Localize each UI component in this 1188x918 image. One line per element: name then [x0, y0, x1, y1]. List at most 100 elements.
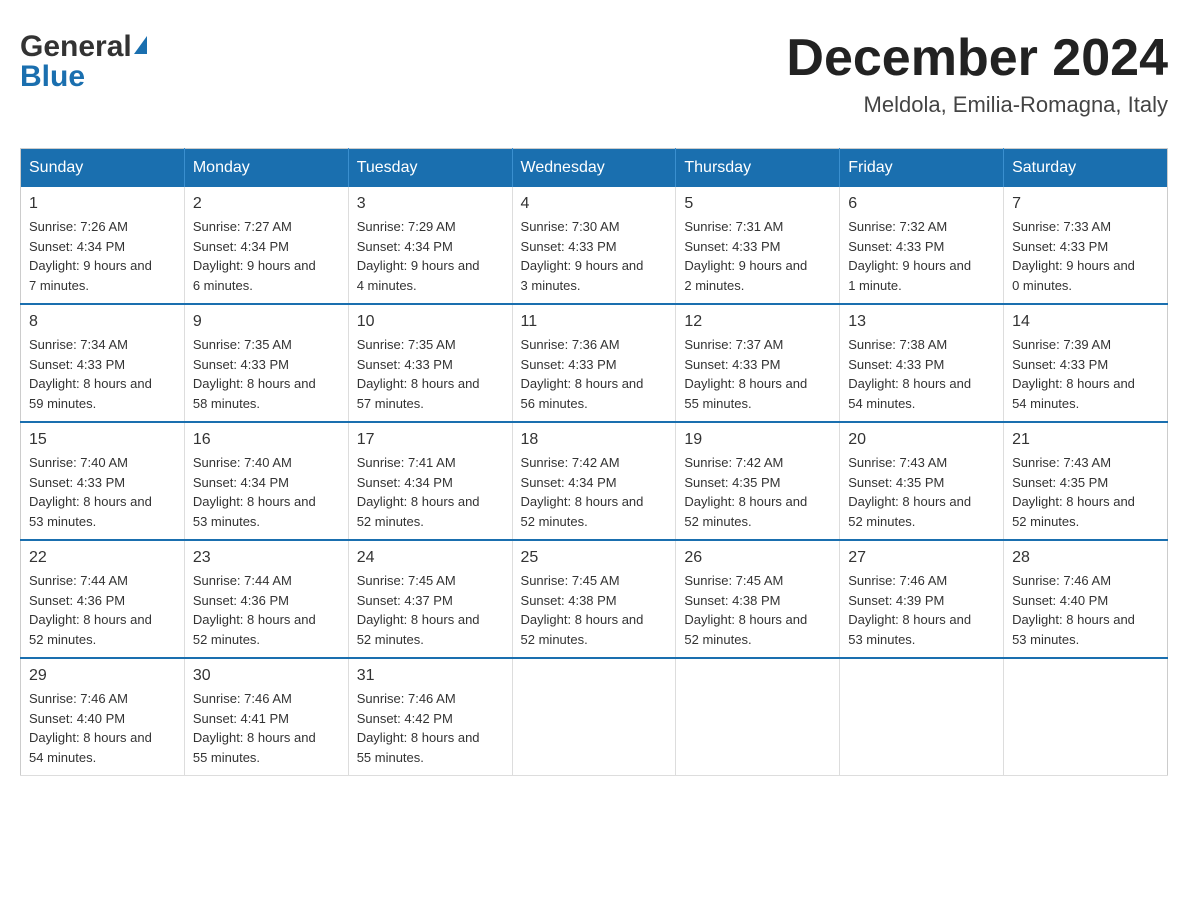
day-number: 23	[193, 549, 340, 567]
day-number: 4	[521, 195, 668, 213]
day-number: 29	[29, 667, 176, 685]
day-header-saturday: Saturday	[1004, 149, 1168, 188]
day-number: 27	[848, 549, 995, 567]
day-number: 21	[1012, 431, 1159, 449]
calendar-cell: 8 Sunrise: 7:34 AMSunset: 4:33 PMDayligh…	[21, 304, 185, 422]
day-info: Sunrise: 7:27 AMSunset: 4:34 PMDaylight:…	[193, 219, 316, 293]
day-number: 3	[357, 195, 504, 213]
calendar-cell: 31 Sunrise: 7:46 AMSunset: 4:42 PMDaylig…	[348, 658, 512, 776]
day-info: Sunrise: 7:30 AMSunset: 4:33 PMDaylight:…	[521, 219, 644, 293]
day-number: 13	[848, 313, 995, 331]
day-number: 2	[193, 195, 340, 213]
calendar-cell: 23 Sunrise: 7:44 AMSunset: 4:36 PMDaylig…	[184, 540, 348, 658]
calendar-cell: 29 Sunrise: 7:46 AMSunset: 4:40 PMDaylig…	[21, 658, 185, 776]
calendar-cell	[840, 658, 1004, 776]
calendar-cell: 3 Sunrise: 7:29 AMSunset: 4:34 PMDayligh…	[348, 187, 512, 304]
day-info: Sunrise: 7:31 AMSunset: 4:33 PMDaylight:…	[684, 219, 807, 293]
day-number: 11	[521, 313, 668, 331]
calendar-cell	[512, 658, 676, 776]
calendar-cell: 9 Sunrise: 7:35 AMSunset: 4:33 PMDayligh…	[184, 304, 348, 422]
day-number: 25	[521, 549, 668, 567]
day-number: 5	[684, 195, 831, 213]
day-info: Sunrise: 7:34 AMSunset: 4:33 PMDaylight:…	[29, 337, 152, 411]
day-info: Sunrise: 7:26 AMSunset: 4:34 PMDaylight:…	[29, 219, 152, 293]
day-number: 28	[1012, 549, 1159, 567]
day-info: Sunrise: 7:46 AMSunset: 4:40 PMDaylight:…	[1012, 573, 1135, 647]
day-info: Sunrise: 7:40 AMSunset: 4:34 PMDaylight:…	[193, 455, 316, 529]
calendar-cell: 14 Sunrise: 7:39 AMSunset: 4:33 PMDaylig…	[1004, 304, 1168, 422]
month-title: December 2024	[786, 30, 1168, 87]
day-info: Sunrise: 7:44 AMSunset: 4:36 PMDaylight:…	[29, 573, 152, 647]
day-number: 26	[684, 549, 831, 567]
day-number: 10	[357, 313, 504, 331]
day-number: 12	[684, 313, 831, 331]
calendar-cell: 6 Sunrise: 7:32 AMSunset: 4:33 PMDayligh…	[840, 187, 1004, 304]
day-header-friday: Friday	[840, 149, 1004, 188]
day-number: 16	[193, 431, 340, 449]
calendar-cell: 21 Sunrise: 7:43 AMSunset: 4:35 PMDaylig…	[1004, 422, 1168, 540]
calendar-cell: 27 Sunrise: 7:46 AMSunset: 4:39 PMDaylig…	[840, 540, 1004, 658]
week-row-2: 8 Sunrise: 7:34 AMSunset: 4:33 PMDayligh…	[21, 304, 1168, 422]
calendar-cell: 7 Sunrise: 7:33 AMSunset: 4:33 PMDayligh…	[1004, 187, 1168, 304]
logo: General Blue	[20, 30, 147, 94]
calendar-cell	[1004, 658, 1168, 776]
calendar-cell: 13 Sunrise: 7:38 AMSunset: 4:33 PMDaylig…	[840, 304, 1004, 422]
day-number: 8	[29, 313, 176, 331]
week-row-3: 15 Sunrise: 7:40 AMSunset: 4:33 PMDaylig…	[21, 422, 1168, 540]
calendar-cell: 12 Sunrise: 7:37 AMSunset: 4:33 PMDaylig…	[676, 304, 840, 422]
day-number: 14	[1012, 313, 1159, 331]
calendar-cell: 2 Sunrise: 7:27 AMSunset: 4:34 PMDayligh…	[184, 187, 348, 304]
calendar-cell: 30 Sunrise: 7:46 AMSunset: 4:41 PMDaylig…	[184, 658, 348, 776]
day-header-thursday: Thursday	[676, 149, 840, 188]
calendar-cell: 1 Sunrise: 7:26 AMSunset: 4:34 PMDayligh…	[21, 187, 185, 304]
title-area: December 2024 Meldola, Emilia-Romagna, I…	[786, 30, 1168, 118]
day-number: 19	[684, 431, 831, 449]
day-info: Sunrise: 7:45 AMSunset: 4:37 PMDaylight:…	[357, 573, 480, 647]
week-row-4: 22 Sunrise: 7:44 AMSunset: 4:36 PMDaylig…	[21, 540, 1168, 658]
week-row-5: 29 Sunrise: 7:46 AMSunset: 4:40 PMDaylig…	[21, 658, 1168, 776]
day-headers-row: SundayMondayTuesdayWednesdayThursdayFrid…	[21, 149, 1168, 188]
day-info: Sunrise: 7:46 AMSunset: 4:41 PMDaylight:…	[193, 691, 316, 765]
day-info: Sunrise: 7:45 AMSunset: 4:38 PMDaylight:…	[521, 573, 644, 647]
day-info: Sunrise: 7:42 AMSunset: 4:34 PMDaylight:…	[521, 455, 644, 529]
calendar-cell: 24 Sunrise: 7:45 AMSunset: 4:37 PMDaylig…	[348, 540, 512, 658]
day-info: Sunrise: 7:36 AMSunset: 4:33 PMDaylight:…	[521, 337, 644, 411]
day-header-wednesday: Wednesday	[512, 149, 676, 188]
logo-blue: Blue	[20, 60, 85, 93]
calendar-cell: 25 Sunrise: 7:45 AMSunset: 4:38 PMDaylig…	[512, 540, 676, 658]
calendar-cell: 26 Sunrise: 7:45 AMSunset: 4:38 PMDaylig…	[676, 540, 840, 658]
day-info: Sunrise: 7:40 AMSunset: 4:33 PMDaylight:…	[29, 455, 152, 529]
day-info: Sunrise: 7:33 AMSunset: 4:33 PMDaylight:…	[1012, 219, 1135, 293]
day-info: Sunrise: 7:32 AMSunset: 4:33 PMDaylight:…	[848, 219, 971, 293]
day-info: Sunrise: 7:42 AMSunset: 4:35 PMDaylight:…	[684, 455, 807, 529]
logo-triangle-icon	[134, 36, 147, 54]
calendar-cell: 5 Sunrise: 7:31 AMSunset: 4:33 PMDayligh…	[676, 187, 840, 304]
day-number: 31	[357, 667, 504, 685]
week-row-1: 1 Sunrise: 7:26 AMSunset: 4:34 PMDayligh…	[21, 187, 1168, 304]
calendar-cell: 15 Sunrise: 7:40 AMSunset: 4:33 PMDaylig…	[21, 422, 185, 540]
day-number: 18	[521, 431, 668, 449]
day-number: 30	[193, 667, 340, 685]
calendar-cell: 4 Sunrise: 7:30 AMSunset: 4:33 PMDayligh…	[512, 187, 676, 304]
calendar-cell: 17 Sunrise: 7:41 AMSunset: 4:34 PMDaylig…	[348, 422, 512, 540]
calendar-cell: 16 Sunrise: 7:40 AMSunset: 4:34 PMDaylig…	[184, 422, 348, 540]
day-info: Sunrise: 7:35 AMSunset: 4:33 PMDaylight:…	[193, 337, 316, 411]
day-info: Sunrise: 7:35 AMSunset: 4:33 PMDaylight:…	[357, 337, 480, 411]
day-info: Sunrise: 7:37 AMSunset: 4:33 PMDaylight:…	[684, 337, 807, 411]
calendar-cell: 19 Sunrise: 7:42 AMSunset: 4:35 PMDaylig…	[676, 422, 840, 540]
day-number: 7	[1012, 195, 1159, 213]
day-number: 6	[848, 195, 995, 213]
day-header-sunday: Sunday	[21, 149, 185, 188]
day-number: 20	[848, 431, 995, 449]
day-info: Sunrise: 7:46 AMSunset: 4:39 PMDaylight:…	[848, 573, 971, 647]
calendar-cell: 10 Sunrise: 7:35 AMSunset: 4:33 PMDaylig…	[348, 304, 512, 422]
calendar-table: SundayMondayTuesdayWednesdayThursdayFrid…	[20, 148, 1168, 776]
calendar-cell: 22 Sunrise: 7:44 AMSunset: 4:36 PMDaylig…	[21, 540, 185, 658]
day-number: 17	[357, 431, 504, 449]
day-header-monday: Monday	[184, 149, 348, 188]
day-info: Sunrise: 7:39 AMSunset: 4:33 PMDaylight:…	[1012, 337, 1135, 411]
day-number: 9	[193, 313, 340, 331]
day-header-tuesday: Tuesday	[348, 149, 512, 188]
day-info: Sunrise: 7:29 AMSunset: 4:34 PMDaylight:…	[357, 219, 480, 293]
day-info: Sunrise: 7:46 AMSunset: 4:40 PMDaylight:…	[29, 691, 152, 765]
